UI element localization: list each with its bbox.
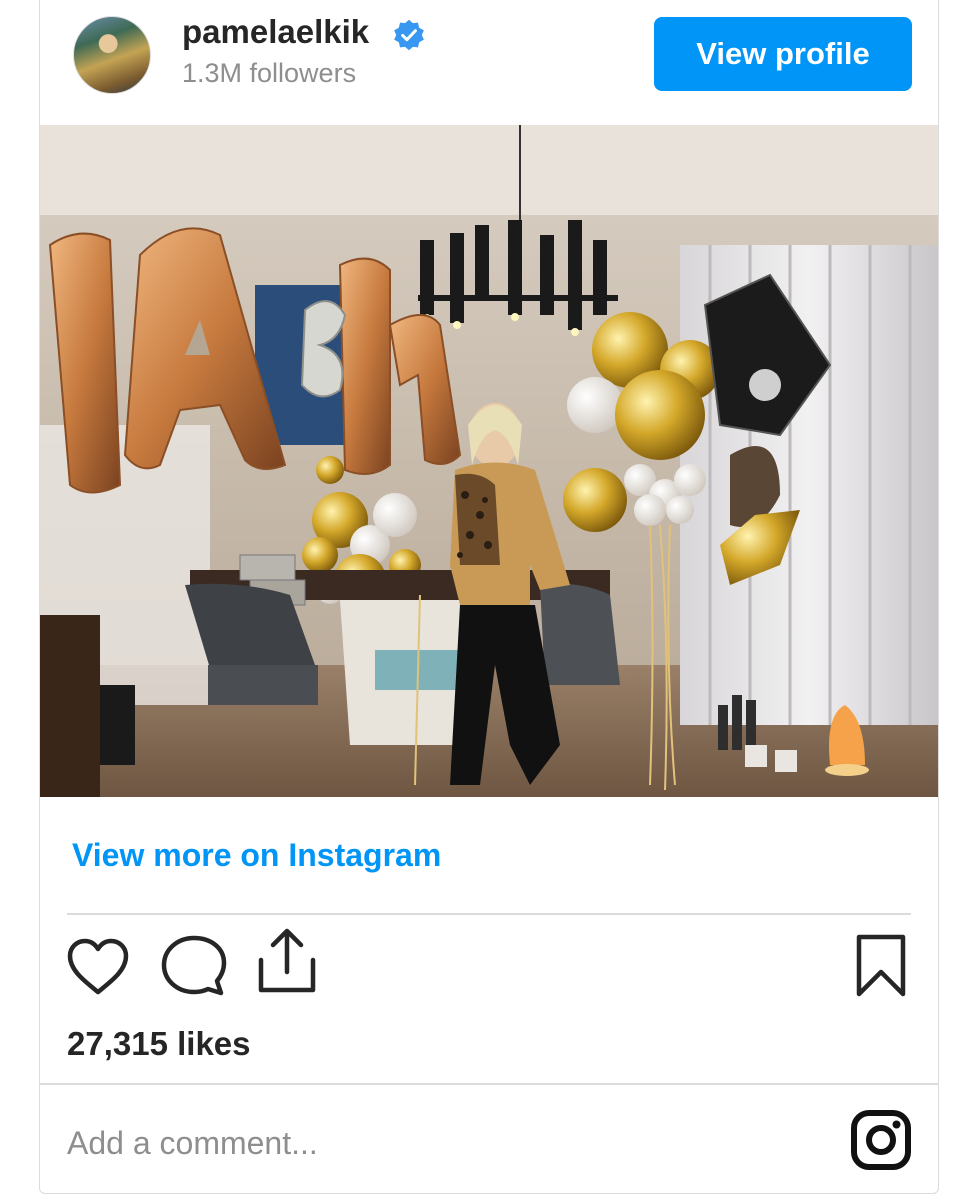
follower-count: 1.3M followers xyxy=(182,58,357,88)
post-image[interactable] xyxy=(40,125,938,797)
share-icon[interactable] xyxy=(257,928,317,994)
avatar[interactable] xyxy=(73,16,151,94)
heart-icon[interactable] xyxy=(66,938,130,996)
divider xyxy=(40,1083,938,1085)
post-header: pamelaelkik 1.3M followers View profile xyxy=(40,0,938,125)
instagram-embed-card: pamelaelkik 1.3M followers View profile xyxy=(39,0,939,1194)
view-more-link[interactable]: View more on Instagram xyxy=(72,837,441,874)
verified-badge-icon xyxy=(394,19,424,51)
like-count: 27,315 likes xyxy=(67,1025,251,1062)
post-photo xyxy=(40,125,938,797)
bookmark-icon[interactable] xyxy=(855,934,907,998)
username[interactable]: pamelaelkik xyxy=(182,13,369,51)
comment-input[interactable] xyxy=(67,1113,827,1173)
view-profile-button[interactable]: View profile xyxy=(654,17,912,91)
instagram-logo-icon[interactable] xyxy=(850,1109,912,1171)
comment-icon[interactable] xyxy=(161,935,227,997)
divider xyxy=(67,913,911,915)
